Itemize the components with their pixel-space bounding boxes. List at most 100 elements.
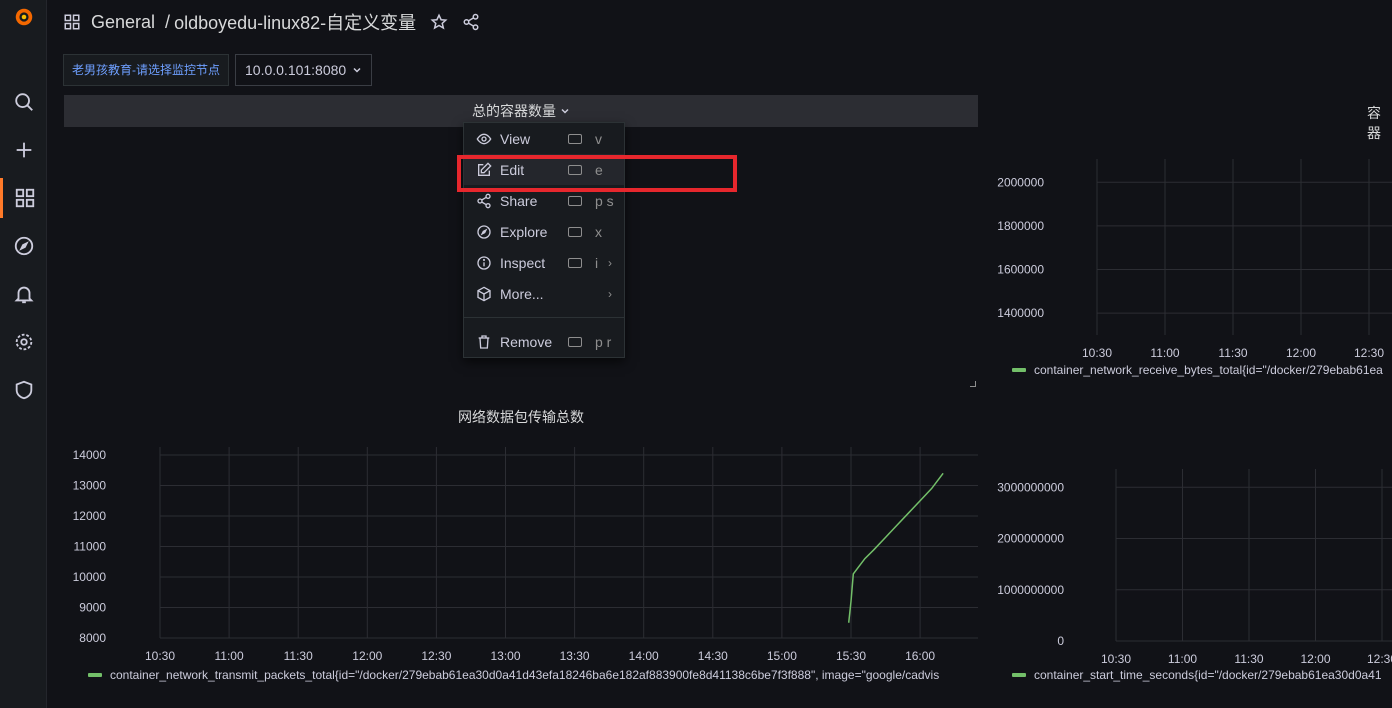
- menu-item-inspect[interactable]: Inspect i ›: [464, 247, 624, 278]
- x-tick-label: 11:30: [1234, 652, 1263, 666]
- legend-item[interactable]: container_network_transmit_packets_total…: [88, 668, 970, 682]
- y-tick-label: 11000: [74, 540, 107, 554]
- info-icon: [477, 255, 491, 270]
- legend-swatch: [1012, 368, 1026, 372]
- share-icon: [477, 193, 491, 208]
- y-tick-label: 14000: [73, 448, 107, 462]
- menu-item-remove[interactable]: Remove p r: [464, 326, 624, 357]
- compass-icon[interactable]: [0, 226, 47, 266]
- y-tick-label: 8000: [79, 631, 106, 645]
- x-tick-label: 14:00: [629, 649, 659, 663]
- legend-item[interactable]: container_network_receive_bytes_total{id…: [1012, 363, 1392, 377]
- breadcrumb-folder[interactable]: General: [91, 12, 155, 33]
- share-icon[interactable]: [462, 13, 480, 31]
- menu-item-label: View: [500, 130, 531, 147]
- panel-transmit-packets: 网络数据包传输总数 14000 13000 12000 11000 10000 9000 8…: [64, 395, 978, 708]
- chart-transmit-packets: 14000 13000 12000 11000 10000 9000 8000 10:30 11…: [73, 447, 978, 663]
- y-tick-label: 3000000000: [997, 480, 1064, 494]
- bell-icon[interactable]: [0, 274, 47, 314]
- chevron-down-icon: [561, 108, 569, 114]
- x-tick-label: 10:30: [1101, 652, 1131, 666]
- x-tick-label: 12:30: [1354, 346, 1384, 360]
- x-tick-label: 16:00: [905, 649, 935, 663]
- chevron-right-icon: ›: [608, 255, 612, 270]
- panel-title[interactable]: 总的容器数量: [472, 101, 556, 121]
- legend-item[interactable]: container_start_time_seconds{id="/docker…: [1012, 668, 1392, 682]
- search-icon[interactable]: [0, 82, 47, 122]
- legend-label: container_network_transmit_packets_total…: [110, 668, 940, 682]
- chevron-down-icon: [353, 67, 361, 73]
- x-tick-label: 11:30: [1218, 346, 1247, 360]
- y-tick-label: 2000000: [997, 175, 1044, 189]
- sidebar: [0, 0, 47, 708]
- legend-label: container_start_time_seconds{id="/docker…: [1034, 668, 1382, 682]
- x-tick-label: 15:00: [767, 649, 797, 663]
- x-tick-label: 12:30: [1367, 652, 1392, 666]
- x-tick-label: 11:00: [1150, 346, 1179, 360]
- x-tick-label: 10:30: [1082, 346, 1112, 360]
- y-tick-label: 10000: [73, 570, 107, 584]
- x-tick-label: 10:30: [145, 649, 175, 663]
- variable-select[interactable]: 10.0.0.101:8080: [235, 54, 373, 86]
- star-icon[interactable]: [430, 13, 448, 31]
- dashboards-icon[interactable]: [0, 178, 47, 218]
- grafana-logo-icon[interactable]: [0, 0, 47, 37]
- chevron-right-icon: ›: [608, 286, 612, 301]
- dashboard-title[interactable]: oldboyedu-linux82-自定义变量: [174, 9, 416, 35]
- menu-item-more[interactable]: More... ›: [464, 278, 624, 309]
- x-tick-label: 11:30: [284, 649, 313, 663]
- y-tick-label: 0: [1057, 634, 1064, 648]
- menu-item-shortcut: p s: [595, 192, 614, 209]
- legend-swatch: [1012, 673, 1026, 677]
- series-line: [847, 472, 944, 623]
- annotation-highlight-box: [457, 155, 737, 192]
- keyboard-icon: [568, 133, 582, 144]
- shield-icon[interactable]: [0, 370, 47, 410]
- y-tick-label: 12000: [73, 509, 107, 523]
- panel-start-time: 3000000000 2000000000 1000000000 0 10:30 11:0…: [990, 395, 1392, 708]
- menu-item-shortcut: v: [595, 130, 602, 147]
- menu-item-shortcut: p r: [595, 333, 612, 350]
- keyboard-icon: [568, 257, 582, 268]
- keyboard-icon: [568, 195, 582, 206]
- dashboard-grid-icon: [64, 14, 80, 30]
- x-tick-label: 15:30: [836, 649, 866, 663]
- y-tick-label: 1800000: [997, 219, 1044, 233]
- y-tick-label: 1000000000: [997, 583, 1064, 597]
- menu-item-view[interactable]: View v: [464, 123, 624, 154]
- legend-label: container_network_receive_bytes_total{id…: [1034, 363, 1383, 377]
- menu-item-label: Share: [500, 192, 538, 209]
- menu-item-shortcut: x: [595, 223, 602, 240]
- variable-value: 10.0.0.101:8080: [245, 62, 347, 78]
- x-tick-label: 12:30: [421, 649, 451, 663]
- y-tick-label: 1600000: [997, 263, 1044, 277]
- topbar: General / oldboyedu-linux82-自定义变量: [47, 0, 1392, 44]
- compass-icon: [477, 224, 491, 239]
- menu-divider: [464, 317, 624, 318]
- x-tick-label: 12:00: [1286, 346, 1316, 360]
- x-tick-label: 13:00: [490, 649, 520, 663]
- x-tick-label: 12:00: [1300, 652, 1330, 666]
- keyboard-icon: [568, 336, 582, 347]
- y-tick-label: 9000: [79, 601, 106, 615]
- panel-resize-handle[interactable]: [970, 381, 976, 387]
- menu-item-shortcut: i: [595, 254, 599, 271]
- menu-item-explore[interactable]: Explore x: [464, 216, 624, 247]
- menu-item-label: Inspect: [500, 254, 546, 271]
- y-tick-label: 1400000: [997, 306, 1044, 320]
- chart-start-time: 3000000000 2000000000 1000000000 0 10:30 11:0…: [997, 469, 1392, 666]
- x-tick-label: 11:00: [1168, 652, 1197, 666]
- x-tick-label: 14:30: [698, 649, 728, 663]
- eye-icon: [476, 133, 492, 144]
- plus-icon[interactable]: [0, 130, 47, 170]
- variable-label: 老男孩教育-请选择监控节点: [63, 54, 229, 86]
- panel-receive-bytes: 容器 2000000 1800000 1600000 1400000 10:30 11:0…: [990, 95, 1392, 387]
- x-tick-label: 13:30: [560, 649, 590, 663]
- menu-item-label: Explore: [500, 223, 548, 240]
- y-tick-label: 13000: [73, 479, 107, 493]
- x-tick-label: 12:00: [352, 649, 382, 663]
- keyboard-icon: [568, 226, 582, 237]
- breadcrumb-separator: /: [165, 11, 171, 32]
- y-tick-label: 2000000000: [997, 532, 1064, 546]
- gear-icon[interactable]: [0, 322, 47, 362]
